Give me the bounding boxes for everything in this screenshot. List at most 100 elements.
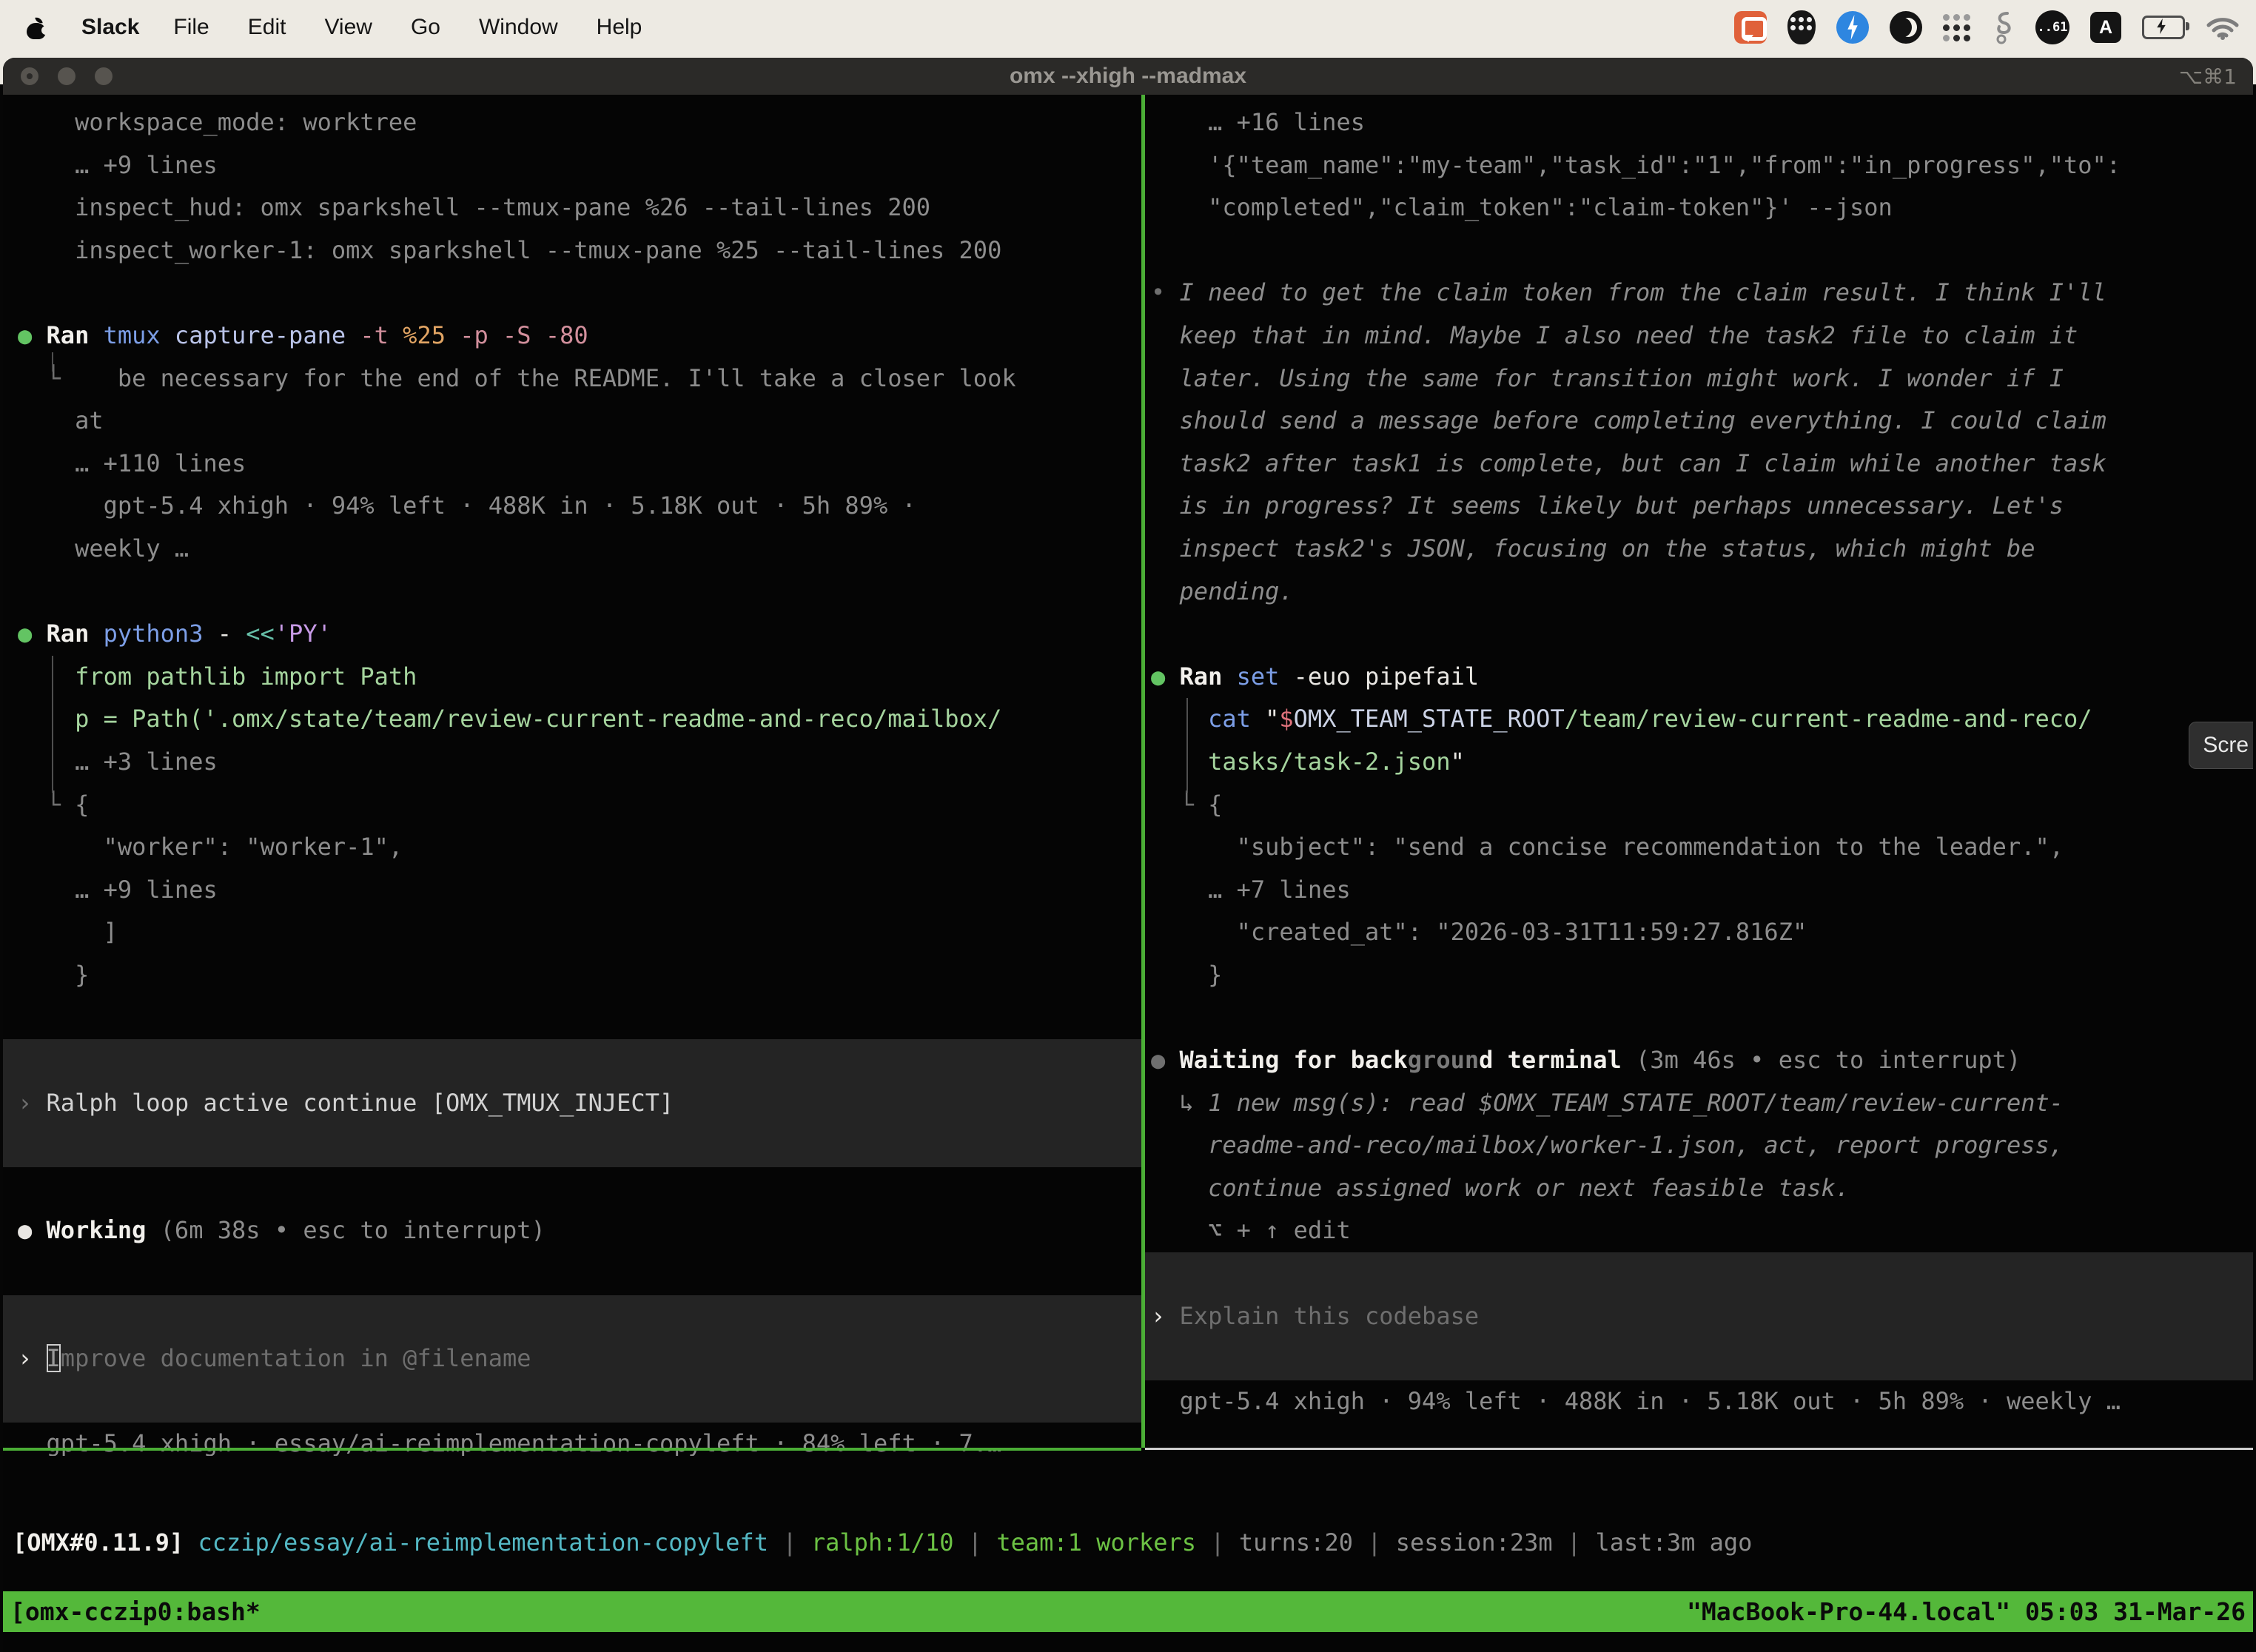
tmux-status-bar: [omx-cczip0:bash* "MacBook-Pro-44.local"…: [3, 1591, 2253, 1632]
text-segment: tmux: [104, 321, 175, 349]
terminal-line: … +3 lines: [3, 741, 1141, 784]
terminal-line: … +9 lines: [3, 869, 1141, 912]
text-segment: workspace_mode: worktree: [18, 108, 417, 136]
terminal-line: "subject": "send a concise recommendatio…: [1145, 826, 2253, 869]
terminal-line: ↳ 1 new msg(s): read $OMX_TEAM_STATE_ROO…: [1145, 1082, 2253, 1125]
text-segment: Ran: [47, 620, 104, 648]
text-segment: cczip/essay/ai-reimplementation-copyleft: [198, 1528, 782, 1557]
menu-item-go[interactable]: Go: [411, 15, 440, 40]
text-segment: •: [1151, 278, 1180, 306]
text-segment: python3: [104, 620, 218, 648]
bolt-badge-icon[interactable]: [1836, 11, 1869, 44]
terminal-line: at: [3, 400, 1141, 443]
text-segment: tasks/task-2.json: [1151, 748, 1451, 776]
text-segment: ⌥ + ↑ edit: [1151, 1216, 1351, 1244]
terminal-line: [1145, 996, 2253, 1039]
menu-item-app[interactable]: Slack: [81, 15, 139, 40]
tmux-pane-hud[interactable]: workspace_mode: worktree … +9 lines insp…: [3, 95, 1141, 1456]
model-status-line: gpt-5.4 xhigh · 94% left · 488K in · 5.1…: [1145, 1380, 2253, 1423]
shield-keypad-icon[interactable]: [1787, 10, 1816, 44]
terminal-line: workspace_mode: worktree: [3, 101, 1141, 144]
text-segment: ›: [1151, 1302, 1180, 1330]
menu-item-window[interactable]: Window: [479, 15, 558, 40]
window-title-bar[interactable]: omx --xhigh --madmax ⌥⌘1: [3, 58, 2253, 95]
terminal-line: continue assigned work or next feasible …: [1145, 1167, 2253, 1210]
text-segment: Working: [47, 1216, 161, 1244]
text-segment: OMX_TEAM_STATE_ROOT: [1294, 705, 1565, 733]
composer-input[interactable]: › Explain this codebase: [1145, 1295, 2253, 1338]
text-segment: }: [1151, 961, 1222, 989]
text-segment: "subject": "send a concise recommendatio…: [1151, 833, 2064, 861]
terminal-line: pending.: [1145, 571, 2253, 614]
text-segment: … +9 lines: [18, 876, 218, 904]
terminal-line: └ be necessary for the end of the README…: [3, 357, 1141, 400]
count-badge-icon[interactable]: ..61: [2035, 10, 2069, 44]
tmux-session-label[interactable]: [omx-cczip0:bash*: [10, 1597, 261, 1626]
text-segment: inspect task2's JSON, focusing on the st…: [1151, 534, 2035, 563]
menu-bar-left: Slack File Edit View Go Window Help: [0, 15, 642, 40]
terminal-line: … +7 lines: [1145, 869, 2253, 912]
terminal-line: from pathlib import Path: [3, 656, 1141, 699]
terminal-line: gpt-5.4 xhigh · 94% left · 488K in · 5.1…: [3, 485, 1141, 528]
menu-item-view[interactable]: View: [324, 15, 372, 40]
chat-icon[interactable]: [1734, 11, 1767, 44]
text-segment: … +110 lines: [18, 449, 246, 477]
dots-grid-icon[interactable]: [1943, 14, 1970, 41]
text-segment: {: [75, 790, 89, 819]
text-segment: … +3 lines: [18, 748, 218, 776]
battery-icon[interactable]: [2142, 16, 2185, 39]
working-status: ● Working (6m 38s • esc to interrupt): [3, 1209, 1141, 1252]
terminal-line: "completed","claim_token":"claim-token"}…: [1145, 187, 2253, 229]
tool-call-tmux-capture: ● Ran tmux capture-pane -t %25 -p -S -80: [3, 315, 1141, 357]
text-segment: ›: [18, 1089, 47, 1117]
wifi-icon[interactable]: [2206, 14, 2240, 41]
text-segment: be necessary for the end of the README. …: [118, 364, 1016, 392]
text-segment: session:23m: [1396, 1528, 1567, 1557]
tool-output-connector: [1186, 698, 1188, 793]
squiggle-icon[interactable]: [1991, 10, 2015, 45]
menu-item-file[interactable]: File: [173, 15, 209, 40]
text-segment: ●: [18, 620, 47, 648]
tmux-pane-worker-1[interactable]: … +16 lines '{"team_name":"my-team","tas…: [1145, 95, 2253, 1456]
text-segment: $: [1279, 705, 1293, 733]
apple-menu-icon[interactable]: [27, 19, 46, 38]
text-segment: gpt-5.4 xhigh · essay/ai-reimplementatio…: [18, 1429, 1001, 1456]
composer-input[interactable]: › Improve documentation in @filename: [3, 1337, 1141, 1380]
text-segment: … +16 lines: [1151, 108, 1365, 136]
text-segment: |: [968, 1528, 997, 1557]
tool-output-connector: [52, 656, 53, 793]
screen-toast-overlay: Scre: [2189, 722, 2253, 769]
text-segment: {: [1208, 790, 1222, 819]
text-segment: '{"team_name":"my-team","task_id":"1","f…: [1151, 151, 2121, 179]
crescent-icon[interactable]: [1890, 11, 1922, 44]
model-status-line: gpt-5.4 xhigh · essay/ai-reimplementatio…: [3, 1423, 1141, 1456]
text-segment: p = Path('.omx/state/team/review-current…: [18, 705, 1001, 733]
terminal-line: [3, 1295, 1141, 1338]
text-segment: gpt-5.4 xhigh · 94% left · 488K in · 5.1…: [1151, 1387, 2121, 1415]
text-segment: └: [18, 790, 75, 819]
text-segment: inspect_hud: omx sparkshell --tmux-pane …: [18, 193, 930, 221]
text-segment: ": [1451, 748, 1465, 776]
text-segment: set: [1237, 662, 1294, 691]
menu-item-edit[interactable]: Edit: [248, 15, 286, 40]
input-source-icon[interactable]: A: [2090, 12, 2121, 43]
text-segment: Ran: [47, 321, 104, 349]
terminal-line: └ {: [1145, 784, 2253, 827]
terminal-line: … +110 lines: [3, 443, 1141, 486]
waiting-status: ● Waiting for background terminal (3m 46…: [1145, 1039, 2253, 1082]
text-segment: cat: [1208, 705, 1265, 733]
terminal-line: [1145, 229, 2253, 272]
text-segment: Ran: [1180, 662, 1237, 691]
text-segment: ●: [18, 321, 47, 349]
terminal-line: [3, 1167, 1141, 1210]
text-segment: -t: [360, 321, 403, 349]
terminal-line: should send a message before completing …: [1145, 400, 2253, 443]
terminal-line: weekly …: [3, 528, 1141, 571]
terminal-line: └ {: [3, 784, 1141, 827]
terminal-line: is in progress? It seems likely but perh…: [1145, 485, 2253, 528]
text-segment: |: [1210, 1528, 1239, 1557]
text-segment: |: [782, 1528, 811, 1557]
text-segment: %25: [403, 321, 460, 349]
menu-item-help[interactable]: Help: [597, 15, 642, 40]
tool-call-python3: ● Ran python3 - <<'PY': [3, 613, 1141, 656]
